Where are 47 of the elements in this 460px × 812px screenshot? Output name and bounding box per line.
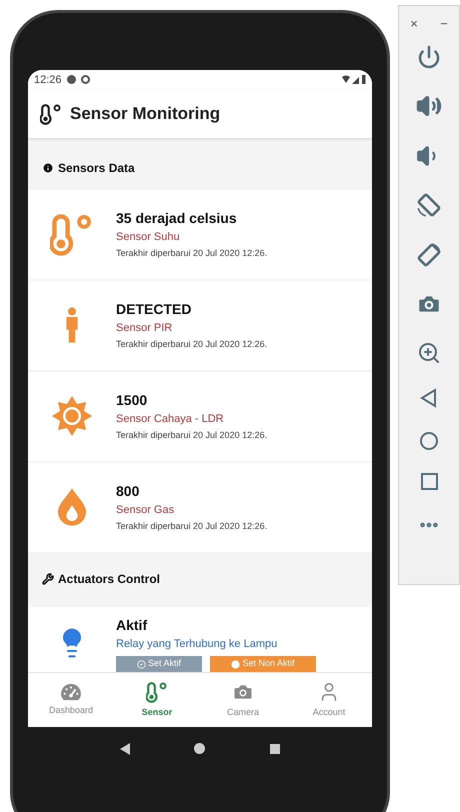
person-icon bbox=[64, 305, 80, 346]
status-time: 12:26 bbox=[34, 72, 62, 88]
section-title: Actuators Control bbox=[58, 571, 160, 588]
back-icon[interactable] bbox=[419, 388, 439, 408]
info-icon bbox=[42, 162, 54, 174]
zoom-icon[interactable] bbox=[417, 340, 441, 364]
sensor-value: 35 derajad celsius bbox=[116, 208, 238, 228]
sensor-name: Sensor Suhu bbox=[116, 230, 181, 245]
thermometer-icon bbox=[146, 680, 168, 703]
home-icon[interactable] bbox=[420, 432, 438, 450]
sun-icon bbox=[52, 396, 92, 436]
last-updated-text: Terakhir diperbarui 20 Jul 2020 12:26. bbox=[116, 520, 268, 534]
rotate-icon[interactable] bbox=[416, 242, 442, 268]
volume-up-icon[interactable] bbox=[416, 93, 442, 119]
check-icon bbox=[136, 660, 146, 668]
thermometer-icon bbox=[50, 212, 94, 256]
sensor-name: Sensor PIR bbox=[116, 320, 174, 336]
last-updated-text: Terakhir diperbarui 20 Jul 2020 12:26. bbox=[116, 429, 268, 442]
nav-tab[interactable]: Camera bbox=[200, 673, 286, 727]
last-updated-text: Terakhir diperbarui 20 Jul 2020 12:26. bbox=[116, 247, 268, 260]
app-title: Sensor Monitoring bbox=[70, 103, 220, 126]
nav-tab[interactable]: Account bbox=[286, 673, 372, 727]
sensor-value: DETECTED bbox=[116, 300, 192, 319]
sensor-value: 800 bbox=[116, 482, 140, 501]
circle-icon bbox=[231, 660, 240, 668]
nav-tab[interactable]: Sensor bbox=[114, 673, 200, 727]
recents-icon[interactable] bbox=[270, 744, 280, 754]
gauge-icon bbox=[60, 682, 82, 701]
status-icons bbox=[342, 74, 366, 85]
tools-icon bbox=[42, 573, 54, 586]
thermometer-icon bbox=[40, 102, 62, 125]
sensor-name: Sensor Cahaya - LDR bbox=[116, 412, 225, 427]
rotate-icon[interactable] bbox=[416, 192, 442, 218]
drop-icon bbox=[57, 488, 87, 526]
close-button[interactable]: × bbox=[410, 14, 418, 34]
nav-tab[interactable]: Dashboard bbox=[28, 673, 114, 727]
recents-icon[interactable] bbox=[420, 473, 438, 490]
actuator-state: Aktif bbox=[116, 616, 148, 634]
sensor-value: 1500 bbox=[116, 390, 148, 410]
back-icon[interactable] bbox=[120, 742, 130, 754]
last-updated-text: Terakhir diperbarui 20 Jul 2020 12:26. bbox=[116, 338, 268, 352]
minimize-button[interactable]: − bbox=[440, 14, 448, 34]
home-icon[interactable] bbox=[194, 743, 206, 754]
sensor-name: Sensor Gas bbox=[116, 502, 176, 518]
actuator-name: Relay yang Terhubung ke Lampu bbox=[116, 636, 278, 652]
section-title: Sensors Data bbox=[58, 160, 135, 177]
power-icon[interactable] bbox=[417, 44, 441, 70]
